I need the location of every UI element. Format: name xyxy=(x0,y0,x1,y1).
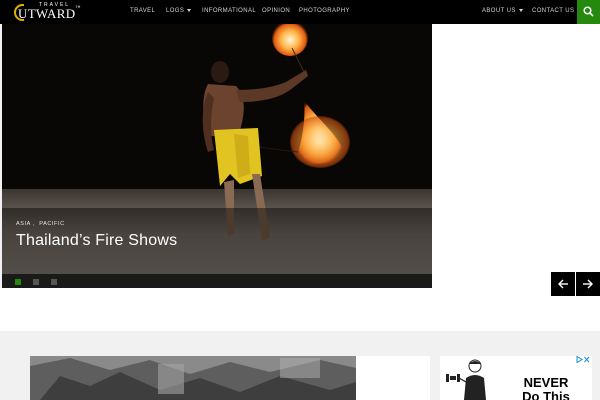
ad-figure-image xyxy=(446,359,486,400)
advertisement[interactable]: NEVER Do This xyxy=(440,356,592,400)
thumbnail-blank xyxy=(356,356,430,400)
nav-informational[interactable]: INFORMATIONAL xyxy=(202,8,256,14)
search-button[interactable] xyxy=(577,0,600,24)
category-asia[interactable]: ASIA xyxy=(16,221,31,227)
nav-contact-us[interactable]: CONTACT US xyxy=(532,8,574,14)
arrow-right-icon xyxy=(583,279,593,289)
slider-next-button[interactable] xyxy=(576,272,600,296)
pager-dot-3[interactable] xyxy=(51,279,57,285)
content-blank xyxy=(0,288,432,331)
arrow-left-icon xyxy=(558,279,568,289)
nav-photography[interactable]: PHOTOGRAPHY xyxy=(299,8,350,14)
chevron-down-icon xyxy=(187,8,192,12)
nav-logs[interactable]: LOGS xyxy=(166,8,192,14)
search-icon xyxy=(583,6,594,17)
ad-headline: NEVER Do This xyxy=(522,375,570,400)
slider-prev-button[interactable] xyxy=(551,272,575,296)
nav-about-us[interactable]: ABOUT US xyxy=(482,8,523,14)
pager-dot-2[interactable] xyxy=(33,279,39,285)
logo-main-text: UTWARD™ xyxy=(18,6,81,21)
pager-dot-1[interactable] xyxy=(15,279,21,285)
slider-pager xyxy=(2,274,432,288)
hero-title[interactable]: Thailand’s Fire Shows xyxy=(16,232,177,250)
article-thumbnail[interactable] xyxy=(30,356,356,400)
site-logo[interactable]: TRAVEL UTWARD™ xyxy=(14,2,110,22)
top-nav-bar: TRAVEL UTWARD™ TRAVEL LOGS INFORMATIONAL… xyxy=(0,0,600,24)
category-tags: ASIA, PACIFIC xyxy=(16,221,65,227)
hero-caption[interactable]: ASIA, PACIFIC Thailand’s Fire Shows xyxy=(2,208,432,274)
thumbnail-photo xyxy=(30,356,356,400)
adchoices-icon[interactable] xyxy=(576,356,590,363)
nav-opinion[interactable]: OPINION xyxy=(262,8,290,14)
nav-travel[interactable]: TRAVEL xyxy=(130,8,155,14)
category-pacific[interactable]: PACIFIC xyxy=(39,221,65,227)
chevron-down-icon xyxy=(518,8,523,12)
